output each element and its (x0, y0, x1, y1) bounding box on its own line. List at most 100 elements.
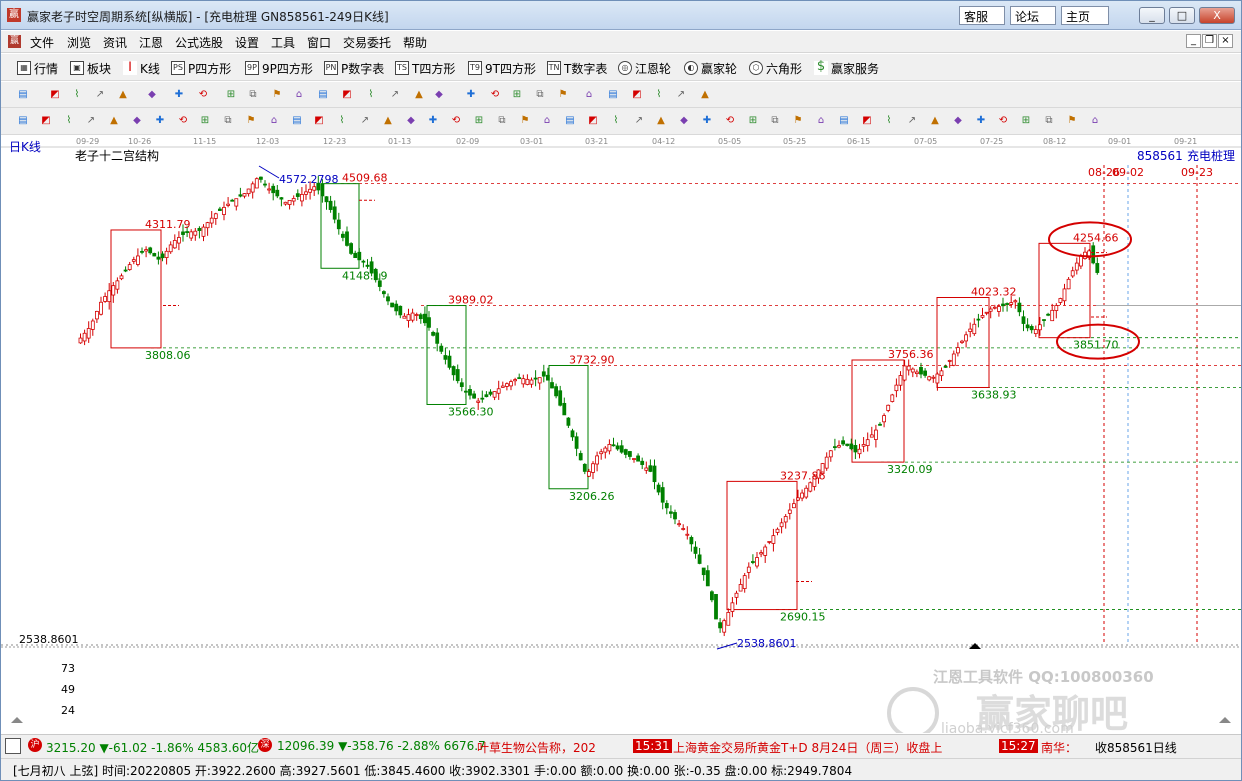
tool-icon[interactable]: ◩ (859, 113, 875, 129)
menu-settings[interactable]: 设置 (235, 34, 259, 51)
tool-icon[interactable]: ◆ (144, 87, 160, 103)
kline-chart[interactable]: 09-29 10-26 11-15 12-03 12-23 01-13 02-09 03-01… (1, 135, 1241, 733)
mdi-restore-button[interactable]: ❐ (1202, 34, 1217, 48)
minimize-button[interactable]: _ (1139, 7, 1165, 24)
tool-icon[interactable]: ⟲ (448, 113, 464, 129)
tool-icon[interactable]: ▤ (15, 113, 31, 129)
tool-icon[interactable]: ⌂ (1087, 113, 1103, 129)
tool-icon[interactable]: ✚ (973, 113, 989, 129)
tool-icon[interactable]: ⊞ (471, 113, 487, 129)
kline-chart-area[interactable]: 09-29 10-26 11-15 12-03 12-23 01-13 02-09 03-01… (1, 135, 1241, 733)
tool-icon[interactable]: ⊞ (223, 87, 239, 103)
menu-help[interactable]: 帮助 (403, 34, 427, 51)
tool-icon[interactable]: ⌂ (539, 113, 555, 129)
menu-tools[interactable]: 工具 (271, 34, 295, 51)
quotes-button[interactable]: ▦ 行情 (17, 59, 58, 77)
menu-file[interactable]: 文件 (30, 34, 54, 51)
9t-square-button[interactable]: T9 9T四方形 (468, 59, 536, 77)
news-ticker-3[interactable]: 南华： (1041, 739, 1077, 756)
tool-icon[interactable]: ◩ (38, 113, 54, 129)
maximize-button[interactable]: □ (1169, 7, 1195, 24)
tool-icon[interactable]: ⌂ (266, 113, 282, 129)
tool-icon[interactable]: ◩ (47, 87, 63, 103)
tool-icon[interactable]: ⊞ (197, 113, 213, 129)
forum-link[interactable]: 论坛 (1010, 6, 1056, 25)
tool-icon[interactable]: ✚ (171, 87, 187, 103)
tool-icon[interactable]: ⌇ (334, 113, 350, 129)
market-grid-icon[interactable] (5, 738, 21, 754)
tool-icon[interactable]: ↗ (83, 113, 99, 129)
tool-icon[interactable]: ▤ (562, 113, 578, 129)
tool-icon[interactable]: ▲ (115, 87, 131, 103)
tool-icon[interactable]: ⚑ (243, 113, 259, 129)
p-table-button[interactable]: PN P数字表 (324, 59, 384, 77)
tool-icon[interactable]: ⧉ (1041, 113, 1057, 129)
tool-icon[interactable]: ▤ (289, 113, 305, 129)
tool-icon[interactable]: ⚑ (790, 113, 806, 129)
tool-icon[interactable]: ⧉ (220, 113, 236, 129)
tool-icon[interactable]: ◆ (676, 113, 692, 129)
tool-icon[interactable]: ✚ (152, 113, 168, 129)
tool-icon[interactable]: ▲ (411, 87, 427, 103)
menu-trade[interactable]: 交易委托 (343, 34, 391, 51)
winner-service-button[interactable]: $ 赢家服务 (814, 59, 879, 77)
news-ticker-1[interactable]: 叶草生物公告称，202 (477, 739, 596, 756)
tool-icon[interactable]: ⟲ (722, 113, 738, 129)
tool-icon[interactable]: ▤ (315, 87, 331, 103)
menu-formula[interactable]: 公式选股 (175, 34, 223, 51)
sector-button[interactable]: ▣ 板块 (70, 59, 111, 77)
menu-window[interactable]: 窗口 (307, 34, 331, 51)
tool-icon[interactable]: ⧉ (245, 87, 261, 103)
menu-gann[interactable]: 江恩 (139, 34, 163, 51)
tool-icon[interactable]: ⌇ (651, 87, 667, 103)
tool-icon[interactable]: ↗ (904, 113, 920, 129)
tool-icon[interactable]: ◩ (629, 87, 645, 103)
tool-icon[interactable]: ⚑ (517, 113, 533, 129)
tool-icon[interactable]: ▲ (106, 113, 122, 129)
tool-icon[interactable]: ⌇ (363, 87, 379, 103)
tool-icon[interactable]: ◆ (403, 113, 419, 129)
t-table-button[interactable]: TN T数字表 (547, 59, 607, 77)
tool-icon[interactable]: ⟲ (175, 113, 191, 129)
tool-icon[interactable]: ▲ (927, 113, 943, 129)
tool-icon[interactable]: ⟲ (487, 87, 503, 103)
tool-icon[interactable]: ⌇ (69, 87, 85, 103)
tool-icon[interactable]: ⌂ (581, 87, 597, 103)
sz-index-quote[interactable]: 12096.39 ▼-358.76 -2.88% 6676.7 (277, 739, 486, 753)
tool-icon[interactable]: ↗ (357, 113, 373, 129)
tool-icon[interactable]: ↗ (92, 87, 108, 103)
tool-icon[interactable]: ⧉ (767, 113, 783, 129)
sh-index-quote[interactable]: 3215.20 ▼-61.02 -1.86% 4583.60亿 (46, 739, 259, 756)
kline-button[interactable]: ┃ K线 (123, 59, 160, 77)
tool-icon[interactable]: ◆ (129, 113, 145, 129)
tool-icon[interactable]: ⌂ (813, 113, 829, 129)
tool-icon[interactable]: ⧉ (532, 87, 548, 103)
tool-icon[interactable]: ⊞ (1018, 113, 1034, 129)
tool-icon[interactable]: ⌇ (61, 113, 77, 129)
tool-icon[interactable]: ↗ (631, 113, 647, 129)
tool-icon[interactable]: ▲ (653, 113, 669, 129)
tool-icon[interactable]: ⌇ (608, 113, 624, 129)
close-button[interactable]: X (1199, 7, 1235, 24)
tool-icon[interactable]: ⟲ (995, 113, 1011, 129)
tool-icon[interactable]: ✚ (425, 113, 441, 129)
tool-icon[interactable]: ◆ (431, 87, 447, 103)
tool-icon[interactable]: ⟲ (195, 87, 211, 103)
tool-icon[interactable]: ▲ (380, 113, 396, 129)
home-link[interactable]: 主页 (1061, 6, 1109, 25)
tool-icon[interactable]: ◩ (339, 87, 355, 103)
tool-icon[interactable]: ▤ (605, 87, 621, 103)
tool-icon[interactable]: ⌇ (881, 113, 897, 129)
service-link[interactable]: 客服 (959, 6, 1005, 25)
tool-icon[interactable]: ⚑ (1064, 113, 1080, 129)
gann-wheel-button[interactable]: ◎ 江恩轮 (618, 59, 671, 77)
news-ticker-2[interactable]: 上海黄金交易所黄金T+D 8月24日（周三）收盘上 (673, 739, 942, 756)
tool-icon[interactable]: ▲ (697, 87, 713, 103)
menu-info[interactable]: 资讯 (103, 34, 127, 51)
p-square-button[interactable]: PS P四方形 (171, 59, 231, 77)
hexagon-button[interactable]: ⬡ 六角形 (749, 59, 802, 77)
tool-icon[interactable]: ⊞ (509, 87, 525, 103)
tool-icon[interactable]: ⧉ (494, 113, 510, 129)
9p-square-button[interactable]: 9P 9P四方形 (245, 59, 313, 77)
tool-icon[interactable]: ✚ (699, 113, 715, 129)
